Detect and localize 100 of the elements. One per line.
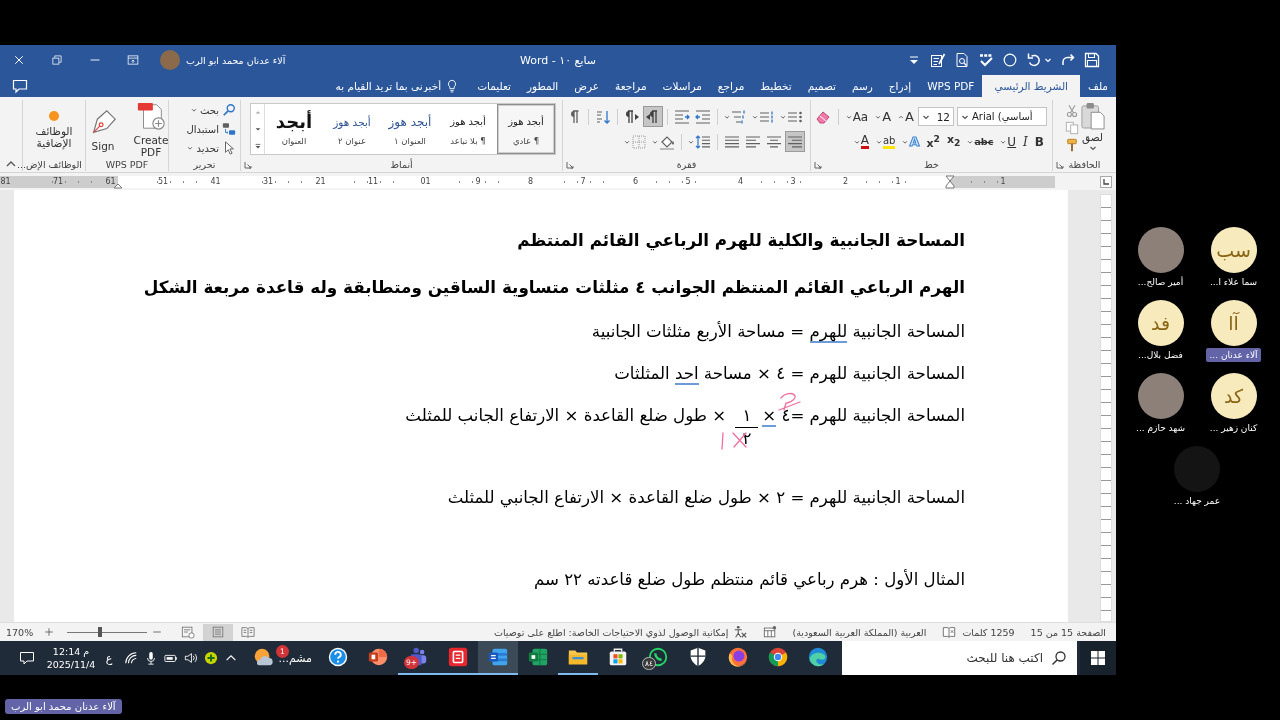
caret-icon <box>853 138 860 145</box>
font-color-button[interactable]: A <box>850 131 872 152</box>
plus-icon <box>44 627 55 637</box>
ribbon-tab[interactable]: الشريط الرئيسي <box>982 75 1080 97</box>
browser-icon <box>767 646 789 668</box>
group-label: الوظائف الإض... <box>17 159 82 170</box>
initials-avatar: كد <box>1210 373 1257 419</box>
slider-thumb[interactable] <box>97 627 102 637</box>
strikethrough-button[interactable]: abc <box>964 131 997 152</box>
caret-icon <box>875 138 882 145</box>
left-to-right-icon <box>624 108 640 125</box>
highlight-button[interactable]: ab <box>872 131 899 152</box>
tab-stop-selector-icon[interactable] <box>1100 175 1112 188</box>
macro-icon[interactable] <box>762 625 777 639</box>
presenter-name-tag: آلاء عدنان محمد ابو الرب <box>5 699 122 714</box>
dialog-launcher-icon[interactable] <box>1056 160 1064 169</box>
replace-button[interactable]: استبدال <box>186 120 236 138</box>
accessibility-icon[interactable] <box>732 625 747 639</box>
language-text[interactable]: العربية (المملكة العربية السعودية) <box>792 626 927 638</box>
ruler-number: 41 <box>210 176 221 187</box>
style-name: العنوان ١ <box>394 135 426 146</box>
collapse-ribbon-button[interactable] <box>6 159 16 169</box>
dialog-launcher-icon[interactable] <box>566 160 574 169</box>
align-right-icon <box>787 133 803 150</box>
align-left-icon <box>745 133 761 150</box>
ribbon-tab[interactable]: مراسلات <box>654 75 710 97</box>
ruler-number: 7 <box>580 176 586 187</box>
window-title: سابع ١٠ - Word <box>519 53 597 67</box>
plus-circle-icon <box>204 651 218 665</box>
proofing-book-icon[interactable] <box>942 625 957 639</box>
initials-avatar: فد <box>1137 300 1184 346</box>
justify-icon <box>724 133 740 150</box>
tell-me-field[interactable]: أخبرني بما تريد القيام به <box>313 80 442 92</box>
bold-button[interactable]: B <box>1031 131 1047 152</box>
format-painter-button[interactable] <box>1064 138 1079 152</box>
ribbon-tab[interactable]: تصميم <box>799 75 844 97</box>
taskbar-search-box[interactable]: اكتب هنا للبحث <box>842 641 1077 675</box>
find-button[interactable]: بحث <box>190 101 236 119</box>
grow-font-button[interactable]: A <box>895 106 917 127</box>
style-sample-text: أبجد هوز <box>508 114 544 129</box>
curved-arrow-icon <box>1060 52 1076 68</box>
right-to-left-button[interactable] <box>643 106 663 127</box>
dialog-launcher-icon[interactable] <box>814 160 822 169</box>
change-case-button[interactable]: Aa <box>842 106 872 127</box>
style-gallery-item[interactable]: أبجد هوز ¶ بلا تباعد <box>439 104 497 154</box>
keyboard-language-text[interactable]: ع <box>97 651 121 665</box>
accessibility-text[interactable]: إمكانية الوصول لذوي الاحتياجات الخاصة: اطلع على توصيات <box>494 626 729 638</box>
avatar-placeholder <box>160 50 180 70</box>
align-right-button[interactable] <box>785 131 805 152</box>
ribbon-tab[interactable]: تعليمات <box>469 75 519 97</box>
style-gallery-item[interactable]: أبجد هوز ¶ عادي <box>497 104 555 154</box>
word-count-text[interactable]: 1259 كلمات <box>962 626 1015 638</box>
restore-icon <box>51 54 63 66</box>
style-gallery-item[interactable]: أبجد هوز عنوان ٢ <box>323 104 381 154</box>
ribbon-tab[interactable]: تخطيط <box>752 75 800 97</box>
style-gallery-item[interactable]: أبجد العنوان <box>265 104 323 154</box>
group-label: تحرير <box>193 159 216 170</box>
ribbon-tab[interactable]: رسم <box>844 75 881 97</box>
ruler-number: 81 <box>0 176 11 187</box>
style-sample-text: أبجد <box>275 112 313 131</box>
search-field[interactable]: اكتب هنا للبحث <box>939 651 1043 665</box>
create-pdf-button[interactable]: Create PDF <box>127 100 175 158</box>
superscript-button[interactable]: x$^{2}$ <box>923 131 943 152</box>
scissors-icon <box>1064 104 1079 118</box>
ribbon-tab[interactable]: مراجعة <box>607 75 655 97</box>
caret-icon <box>967 138 974 145</box>
ruler-number: 01 <box>420 176 431 187</box>
page-count-text[interactable]: الصفحة 15 من 15 <box>1030 626 1106 638</box>
heading-text: المساحة الجانبية والكلية للهرم الرباعي القائم المنتظم <box>516 229 965 253</box>
paste-button[interactable]: لصق <box>1080 102 1105 152</box>
avatar-placeholder <box>1137 373 1184 419</box>
multilevel-list-icon <box>731 108 747 125</box>
font-size-dropdown[interactable]: 12 <box>918 107 954 126</box>
caret-icon <box>1000 138 1007 145</box>
select-button[interactable]: تحديد <box>187 139 236 157</box>
italic-button[interactable]: I <box>1020 131 1031 152</box>
style-sample-text: أبجد هوز <box>388 113 432 131</box>
pdf-document-icon <box>136 100 166 131</box>
ribbon-tab[interactable]: مراجع <box>709 75 753 97</box>
dialog-launcher-icon[interactable] <box>244 160 252 169</box>
ribbon-tab[interactable]: عرض <box>566 75 607 97</box>
zoom-level-text[interactable]: 170% <box>6 626 34 638</box>
ribbon-tab[interactable]: المطور <box>518 75 567 97</box>
expand-icon <box>253 141 262 150</box>
underline-button[interactable]: U <box>997 131 1020 152</box>
ruler-number: 5 <box>685 176 691 187</box>
style-gallery-item[interactable]: أبجد هوز العنوان ١ <box>381 104 439 154</box>
shrink-font-button[interactable]: A <box>872 106 895 127</box>
font-name-dropdown[interactable]: Arial (أساسي <box>957 107 1047 126</box>
ribbon-tab[interactable]: إدراج <box>880 75 920 97</box>
ribbon-tab[interactable]: WPS PDF <box>919 75 983 97</box>
start-button[interactable] <box>1080 641 1116 675</box>
indent-marker-icon[interactable] <box>945 174 955 189</box>
subscript-button[interactable]: x$_{2}$ <box>943 131 964 152</box>
browser-icon <box>727 646 749 668</box>
group-label: خط <box>924 159 939 170</box>
ribbon-tab[interactable]: ملف <box>1080 75 1116 97</box>
body-text: المثال الأول : هرم رباعي قائم منتظم طول ضلع قاعدته ٢٢ سم <box>532 568 965 592</box>
microphone-icon <box>144 651 158 665</box>
body-text: المساحة الجانبية للهرم = مساحة الأربع مثلثات الجانبية <box>590 320 965 345</box>
